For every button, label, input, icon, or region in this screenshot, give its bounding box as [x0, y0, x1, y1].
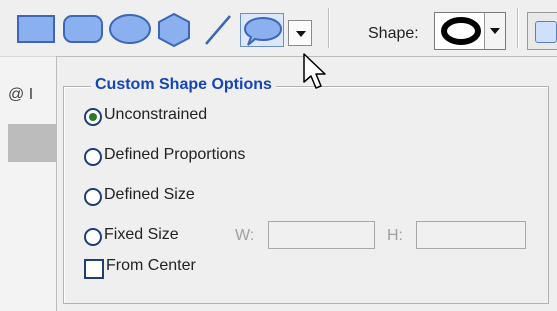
- width-input[interactable]: [268, 221, 375, 249]
- radio-button-checked[interactable]: [84, 108, 102, 126]
- radio-button[interactable]: [84, 188, 102, 206]
- chevron-down-icon: [296, 31, 306, 37]
- shape-picker-dropdown[interactable]: [484, 13, 505, 49]
- line-tool-button[interactable]: [202, 12, 234, 48]
- square-icon: [535, 21, 557, 43]
- option-label: Fixed Size: [104, 226, 179, 243]
- option-label: Defined Proportions: [104, 146, 246, 163]
- rectangle-icon: [17, 15, 55, 43]
- height-label: H:: [387, 227, 403, 244]
- from-center-checkbox[interactable]: [84, 259, 104, 279]
- geometry-options-dropdown-button[interactable]: [288, 20, 312, 46]
- rectangle-tool-button[interactable]: [16, 12, 56, 46]
- panel-title: Custom Shape Options: [91, 76, 276, 94]
- ellipse-icon: [109, 14, 151, 44]
- option-label: Unconstrained: [104, 106, 208, 123]
- options-group: Unconstrained Defined Proportions Define…: [63, 86, 549, 304]
- options-toolbar: Shape:: [0, 0, 557, 57]
- custom-shape-tool-button[interactable]: [240, 13, 294, 49]
- mode-button[interactable]: [527, 12, 557, 50]
- ellipse-tool-button[interactable]: [108, 12, 152, 46]
- document-tab-label: @ I: [8, 86, 34, 103]
- option-label: From Center: [106, 257, 196, 274]
- shape-label: Shape:: [368, 25, 419, 42]
- gray-block: [8, 124, 58, 162]
- rounded-rectangle-tool-button[interactable]: [62, 12, 104, 46]
- toolbar-separator: [328, 8, 330, 48]
- height-input[interactable]: [416, 221, 526, 249]
- toolbar-separator: [517, 8, 519, 48]
- radio-button[interactable]: [84, 228, 102, 246]
- ellipse-ring-icon: [441, 17, 481, 45]
- mouse-pointer-icon: [303, 53, 326, 89]
- chevron-down-icon: [490, 28, 500, 34]
- radio-dot: [89, 113, 97, 121]
- custom-shape-options-panel: Unconstrained Defined Proportions Define…: [56, 56, 557, 311]
- shape-picker[interactable]: [434, 12, 506, 50]
- width-label: W:: [235, 227, 255, 244]
- speech-bubble-icon: [243, 16, 283, 46]
- polygon-tool-button[interactable]: [156, 12, 192, 48]
- line-icon: [205, 15, 231, 45]
- option-label: Defined Size: [104, 186, 195, 203]
- radio-button[interactable]: [84, 148, 102, 166]
- rounded-rectangle-icon: [63, 15, 103, 43]
- polygon-icon: [158, 12, 190, 48]
